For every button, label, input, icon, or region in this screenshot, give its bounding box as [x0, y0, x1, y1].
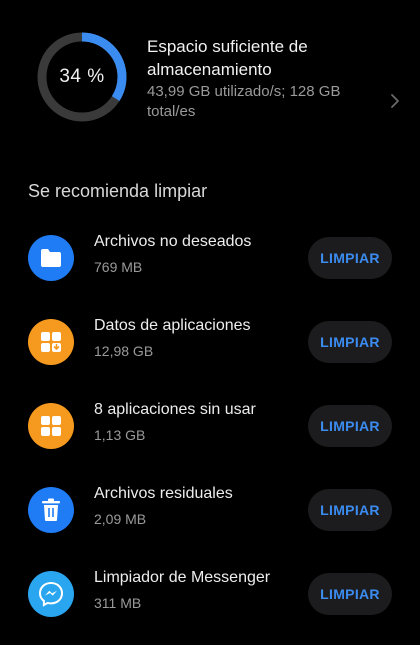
list-item-junk-files[interactable]: Archivos no deseados 769 MB LIMPIAR	[0, 225, 420, 309]
item-size: 2,09 MB	[94, 511, 147, 527]
clean-button[interactable]: LIMPIAR	[308, 405, 392, 447]
item-title: 8 aplicaciones sin usar	[94, 401, 256, 418]
item-title: Archivos residuales	[94, 485, 233, 502]
item-size: 1,13 GB	[94, 427, 146, 443]
item-size: 311 MB	[94, 595, 142, 611]
folder-icon	[28, 235, 74, 281]
chevron-right-icon	[391, 94, 399, 108]
list-item-unused-apps[interactable]: 8 aplicaciones sin usar 1,13 GB LIMPIAR	[0, 393, 420, 477]
clean-button[interactable]: LIMPIAR	[308, 489, 392, 531]
item-size: 12,98 GB	[94, 343, 154, 359]
apps-grid-icon	[28, 403, 74, 449]
item-title: Limpiador de Messenger	[94, 569, 271, 586]
storage-percent-label: 34 %	[59, 66, 105, 87]
section-title: Se recomienda limpiar	[28, 181, 208, 201]
storage-status-title: Espacio suficiente de almacenamiento	[147, 37, 308, 79]
storage-summary[interactable]: 34 % Espacio suficiente de almacenamient…	[0, 0, 420, 150]
storage-usage-detail: 43,99 GB utilizado/s; 128 GB total/es	[147, 83, 341, 120]
list-item-messenger-cleaner[interactable]: Limpiador de Messenger 311 MB LIMPIAR	[0, 561, 420, 645]
app-data-icon	[28, 319, 74, 365]
messenger-icon	[28, 571, 74, 617]
item-title: Archivos no deseados	[94, 233, 252, 250]
list-item-app-data[interactable]: Datos de aplicaciones 12,98 GB LIMPIAR	[0, 309, 420, 393]
clean-button[interactable]: LIMPIAR	[308, 237, 392, 279]
item-title: Datos de aplicaciones	[94, 317, 251, 334]
clean-button[interactable]: LIMPIAR	[308, 573, 392, 615]
list-item-residual-files[interactable]: Archivos residuales 2,09 MB LIMPIAR	[0, 477, 420, 561]
item-size: 769 MB	[94, 259, 143, 275]
clean-button[interactable]: LIMPIAR	[308, 321, 392, 363]
trash-icon	[28, 487, 74, 533]
